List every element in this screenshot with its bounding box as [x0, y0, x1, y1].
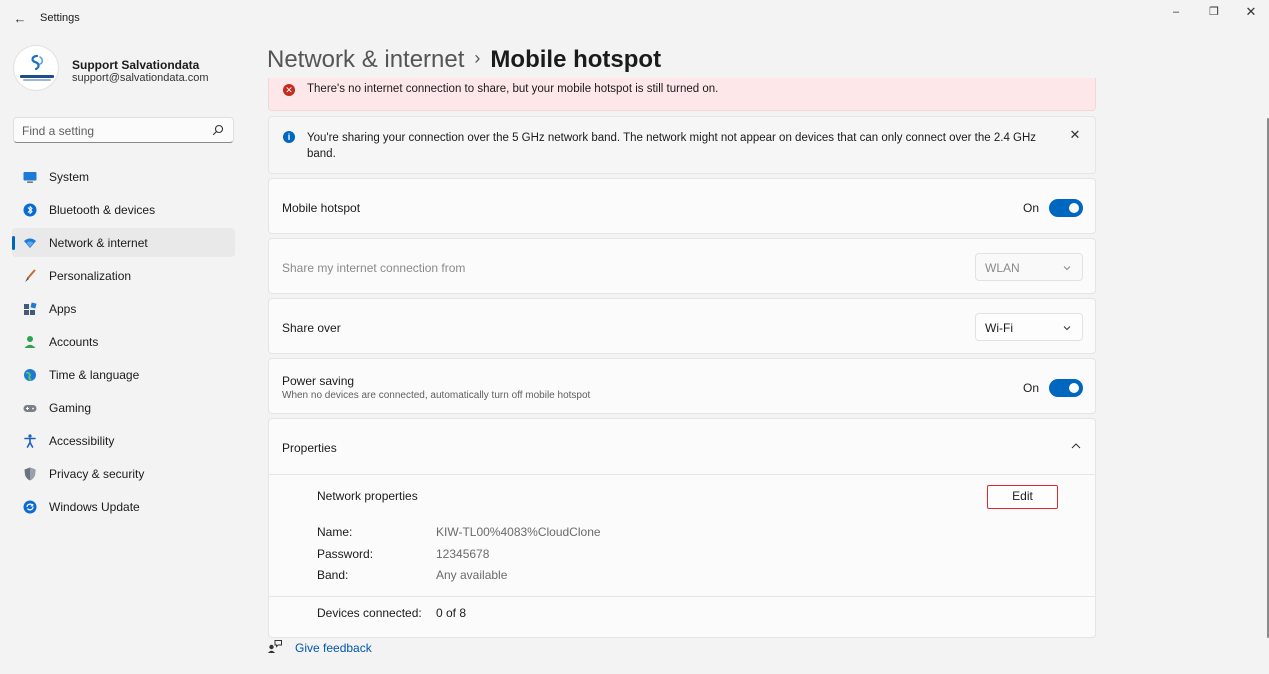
share-from-dropdown: WLAN	[975, 253, 1083, 281]
power-saving-label: Power saving	[282, 374, 355, 388]
sidebar-item-system[interactable]: System	[12, 162, 235, 191]
sidebar-item-label: Gaming	[49, 401, 92, 415]
sidebar-item-accessibility[interactable]: Accessibility	[12, 426, 235, 455]
sidebar-item-privacy-security[interactable]: Privacy & security	[12, 459, 235, 488]
sidebar-item-personalization[interactable]: Personalization	[12, 261, 235, 290]
page-title: Mobile hotspot	[490, 46, 662, 73]
search-input[interactable]: Find a setting	[13, 117, 234, 143]
error-message: There's no internet connection to share,…	[307, 83, 719, 95]
band-key: Band:	[317, 568, 349, 582]
share-over-card: Share over Wi-Fi	[268, 298, 1096, 354]
search-placeholder: Find a setting	[22, 124, 95, 138]
sidebar-item-label: Network & internet	[49, 236, 148, 250]
back-arrow-icon[interactable]: ←	[10, 9, 30, 29]
brush-icon	[25, 269, 36, 282]
person-icon	[24, 336, 36, 348]
sidebar-item-apps[interactable]: Apps	[12, 294, 235, 323]
logo-wordmark	[20, 75, 54, 78]
sidebar-nav: System Bluetooth & devices Network & int…	[12, 162, 235, 525]
apps-icon	[24, 302, 37, 315]
chevron-down-icon	[1063, 266, 1071, 271]
active-indicator	[12, 236, 15, 250]
sidebar-item-label: Privacy & security	[49, 467, 145, 481]
share-over-label: Share over	[282, 321, 341, 335]
give-feedback-link[interactable]: Give feedback	[295, 641, 372, 655]
profile-name: Support Salvationdata	[72, 58, 200, 72]
accessibility-icon	[24, 434, 36, 448]
share-from-card: Share my internet connection from WLAN	[268, 238, 1096, 294]
sidebar-item-accounts[interactable]: Accounts	[12, 327, 235, 356]
toggle-knob	[1069, 203, 1079, 213]
power-saving-card: Power saving When no devices are connect…	[268, 358, 1096, 414]
search-icon	[212, 124, 224, 136]
error-icon: ✕	[283, 84, 295, 96]
error-banner: ✕ There's no internet connection to shar…	[268, 78, 1096, 111]
name-value: KIW-TL00%4083%CloudClone	[436, 525, 601, 539]
info-message: You're sharing your connection over the …	[307, 132, 1037, 160]
divider	[269, 474, 1095, 475]
globe-clock-icon	[24, 369, 36, 381]
monitor-icon	[23, 172, 37, 183]
mobile-hotspot-state: On	[1023, 201, 1040, 215]
minimize-button[interactable]: –	[1158, 4, 1194, 20]
chevron-up-icon[interactable]	[1070, 441, 1082, 451]
power-saving-state: On	[1023, 381, 1040, 395]
devices-connected-value: 0 of 8	[436, 606, 467, 620]
toggle-knob	[1069, 383, 1079, 393]
network-properties-title: Network properties	[317, 489, 418, 503]
password-value: 12345678	[436, 547, 490, 561]
logo-tagline	[23, 79, 51, 81]
name-key: Name:	[317, 525, 353, 539]
share-over-value: Wi-Fi	[985, 321, 1013, 335]
update-icon	[23, 500, 37, 514]
password-key: Password:	[317, 547, 374, 561]
wifi-icon	[24, 238, 36, 248]
mobile-hotspot-toggle[interactable]	[1049, 199, 1083, 217]
sidebar-item-network[interactable]: Network & internet	[12, 228, 235, 257]
sidebar-item-label: Accessibility	[49, 434, 115, 448]
profile-email: support@salvationdata.com	[72, 72, 209, 84]
devices-connected-key: Devices connected:	[317, 606, 422, 620]
properties-card: Properties Network properties Edit Name:…	[268, 418, 1096, 638]
feedback-icon	[268, 640, 282, 653]
sidebar-item-bluetooth[interactable]: Bluetooth & devices	[12, 195, 235, 224]
bluetooth-icon	[23, 203, 37, 217]
share-from-label: Share my internet connection from	[282, 261, 466, 275]
shield-icon	[24, 467, 36, 481]
sidebar-item-windows-update[interactable]: Windows Update	[12, 492, 235, 521]
info-banner: i You're sharing your connection over th…	[268, 116, 1096, 174]
band-value: Any available	[436, 568, 508, 582]
info-icon: i	[283, 131, 295, 143]
sidebar-item-label: Apps	[49, 302, 77, 316]
sidebar-item-gaming[interactable]: Gaming	[12, 393, 235, 422]
power-saving-toggle[interactable]	[1049, 379, 1083, 397]
share-from-value: WLAN	[985, 261, 1020, 275]
sidebar-item-label: Accounts	[49, 335, 99, 349]
divider	[269, 596, 1095, 597]
sidebar-item-label: Personalization	[49, 269, 132, 283]
share-over-dropdown[interactable]: Wi-Fi	[975, 313, 1083, 341]
breadcrumb-parent-link[interactable]: Network & internet	[267, 46, 464, 73]
power-saving-description: When no devices are connected, automatic…	[282, 390, 591, 401]
breadcrumb: Network & internet › Mobile hotspot	[267, 46, 661, 74]
edit-button[interactable]: Edit	[987, 485, 1058, 509]
sidebar-item-label: System	[49, 170, 90, 184]
breadcrumb-separator: ›	[474, 48, 481, 68]
avatar	[13, 45, 59, 91]
close-window-button[interactable]: ✕	[1233, 4, 1269, 20]
sidebar-item-label: Time & language	[49, 368, 140, 382]
dismiss-info-button[interactable]: ✕	[1067, 127, 1083, 143]
app-title: Settings	[40, 12, 80, 24]
sidebar-item-label: Bluetooth & devices	[49, 203, 156, 217]
maximize-button[interactable]: ❐	[1196, 4, 1232, 20]
mobile-hotspot-label: Mobile hotspot	[282, 201, 361, 215]
company-logo-icon	[31, 54, 44, 71]
chevron-down-icon	[1063, 326, 1071, 331]
mobile-hotspot-card: Mobile hotspot On	[268, 178, 1096, 234]
controller-icon	[23, 405, 37, 412]
title-bar: ← Settings – ❐ ✕	[0, 0, 1269, 36]
sidebar-item-label: Windows Update	[49, 500, 140, 514]
properties-header[interactable]: Properties	[282, 441, 337, 455]
sidebar-item-time-language[interactable]: Time & language	[12, 360, 235, 389]
